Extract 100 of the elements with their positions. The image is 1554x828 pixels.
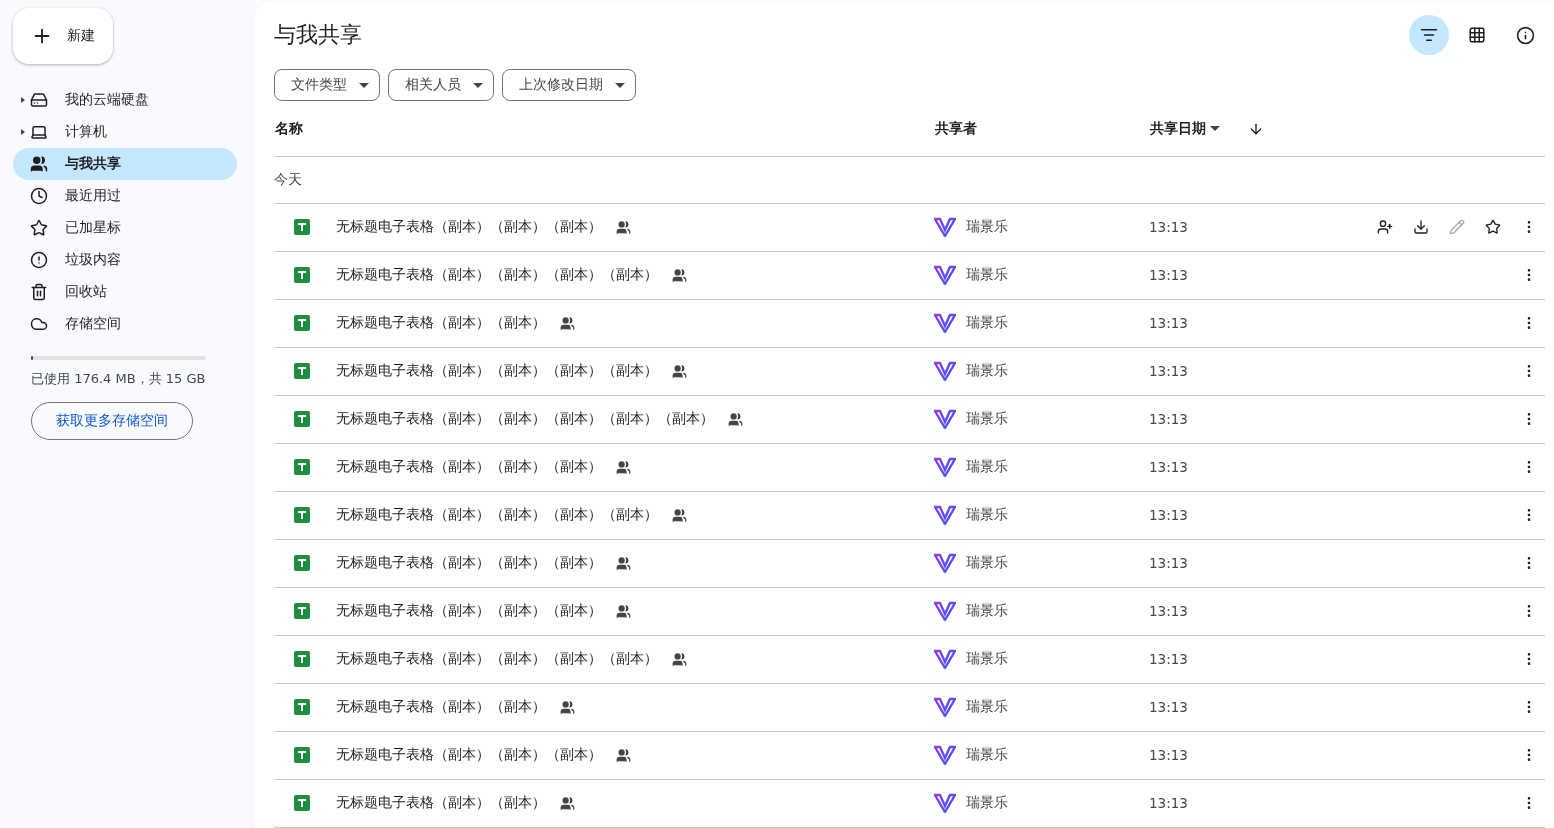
filter-chip[interactable]: 文件类型 [274,69,380,102]
sidebar-item[interactable]: 已加星标 [13,212,237,244]
share-date: 13:13 [1149,411,1189,428]
sidebar-label: 存储空间 [65,315,121,333]
file-name: 无标题电子表格（副本）（副本）（副本）（副本） [336,266,658,285]
share-date: 13:13 [1149,699,1189,716]
share-date: 13:13 [1149,459,1189,476]
file-row[interactable]: 无标题电子表格（副本）（副本）（副本） 瑞景乐 13:13 [274,540,1545,588]
spreadsheet-icon [294,747,310,764]
file-row[interactable]: 无标题电子表格（副本）（副本）（副本）（副本） 瑞景乐 13:13 [274,636,1545,684]
file-name: 无标题电子表格（副本）（副本）（副本） [336,554,602,573]
spreadsheet-icon [294,507,310,524]
logo-icon [934,457,956,478]
sidebar-label: 已加星标 [65,219,121,237]
logo-icon [934,361,956,382]
shared-people-icon [672,364,687,379]
spreadsheet-icon [294,699,310,716]
logo-icon [934,505,956,526]
share-date: 13:13 [1149,795,1189,812]
filter-chip[interactable]: 相关人员 [388,69,494,102]
share-date: 13:13 [1149,651,1189,668]
sharer-name: 瑞景乐 [966,650,1008,669]
shared-people-icon [616,604,631,619]
shared-people-icon [616,460,631,475]
logo-icon [934,697,956,718]
spreadsheet-icon [294,315,310,332]
sidebar-label: 与我共享 [65,155,121,173]
file-row[interactable]: 无标题电子表格（副本）（副本）（副本）（副本） 瑞景乐 13:13 [274,492,1545,540]
pencil-icon [1449,219,1465,236]
file-name: 无标题电子表格（副本）（副本）（副本） [336,218,602,237]
file-row[interactable]: 无标题电子表格（副本）（副本）（副本）（副本） 瑞景乐 13:13 [274,348,1545,396]
file-row[interactable]: 无标题电子表格（副本）（副本）（副本） 瑞景乐 13:13 [274,204,1545,252]
sharer-name: 瑞景乐 [966,362,1008,381]
sharer-name: 瑞景乐 [966,602,1008,621]
share-date: 13:13 [1149,507,1189,524]
file-row[interactable]: 无标题电子表格（副本）（副本）（副本） 瑞景乐 13:13 [274,732,1545,780]
sharer-name: 瑞景乐 [966,458,1008,477]
shared-people-icon [672,652,687,667]
spreadsheet-icon [294,219,310,236]
file-row[interactable]: 无标题电子表格（副本）（副本） 瑞景乐 13:13 [274,300,1545,348]
shared-people-icon [560,700,575,715]
logo-icon [934,553,956,574]
sidebar-item[interactable]: 最近用过 [13,180,237,212]
people-icon [30,155,48,173]
file-row[interactable]: 无标题电子表格（副本）（副本） 瑞景乐 13:13 [274,684,1545,732]
shared-people-icon [672,508,687,523]
add-person-icon [1377,219,1393,236]
sharer-name: 瑞景乐 [966,698,1008,717]
sort-column-header[interactable]: 共享日期 [1150,119,1220,138]
spreadsheet-icon [294,555,310,572]
file-name: 无标题电子表格（副本）（副本） [336,314,546,333]
file-row[interactable]: 无标题电子表格（副本）（副本）（副本）（副本）（副本） 瑞景乐 13:13 [274,396,1545,444]
share-date: 13:13 [1149,315,1189,332]
shared-people-icon [728,412,743,427]
column-header: 共享者 [935,119,978,138]
shared-people-icon [616,748,631,763]
sharer-name: 瑞景乐 [966,794,1008,813]
new-button[interactable]: 新建 [13,8,113,64]
group-heading: 今天 [274,157,1545,204]
sidebar-label: 计算机 [65,123,107,141]
sidebar-item[interactable]: 垃圾内容 [13,244,237,276]
sharer-name: 瑞景乐 [966,410,1008,429]
share-date: 13:13 [1149,363,1189,380]
file-row[interactable]: 无标题电子表格（副本）（副本）（副本）（副本） 瑞景乐 13:13 [274,252,1545,300]
sharer-name: 瑞景乐 [966,266,1008,285]
spreadsheet-icon [294,603,310,620]
shared-people-icon [560,796,575,811]
logo-icon [934,217,956,238]
sidebar-item[interactable]: 我的云端硬盘 [13,84,237,116]
spreadsheet-icon [294,267,310,284]
logo-icon [934,745,956,766]
logo-icon [934,265,956,286]
spreadsheet-icon [294,411,310,428]
dropdown-caret-icon [473,82,483,88]
filter-button[interactable] [1409,15,1449,56]
shared-people-icon [560,316,575,331]
sidebar-item[interactable]: 与我共享 [13,148,237,180]
file-name: 无标题电子表格（副本）（副本） [336,698,546,717]
file-row[interactable]: 无标题电子表格（副本）（副本） 瑞景乐 13:13 [274,780,1545,828]
sharer-name: 瑞景乐 [966,506,1008,525]
share-date: 13:13 [1149,219,1189,236]
cloud-icon [30,315,48,333]
sidebar-item[interactable]: 回收站 [13,276,237,308]
sidebar-item[interactable]: 计算机 [13,116,237,148]
filter-chip[interactable]: 上次修改日期 [502,69,636,102]
file-row[interactable]: 无标题电子表格（副本）（副本）（副本） 瑞景乐 13:13 [274,444,1545,492]
clock-icon [30,187,48,205]
share-date: 13:13 [1149,555,1189,572]
storage-text: 已使用 176.4 MB，共 15 GB [31,370,207,388]
trash-icon [30,283,48,301]
download-icon [1413,219,1429,236]
shared-people-icon [672,268,687,283]
sidebar-label: 我的云端硬盘 [65,91,149,109]
dropdown-caret-icon [1210,126,1220,132]
file-row[interactable]: 无标题电子表格（副本）（副本）（副本） 瑞景乐 13:13 [274,588,1545,636]
file-name: 无标题电子表格（副本）（副本）（副本） [336,602,602,621]
file-name: 无标题电子表格（副本）（副本）（副本）（副本） [336,362,658,381]
file-name: 无标题电子表格（副本）（副本）（副本）（副本） [336,650,658,669]
sidebar-item[interactable]: 存储空间 [13,308,237,340]
page-title: 与我共享 [274,21,363,50]
